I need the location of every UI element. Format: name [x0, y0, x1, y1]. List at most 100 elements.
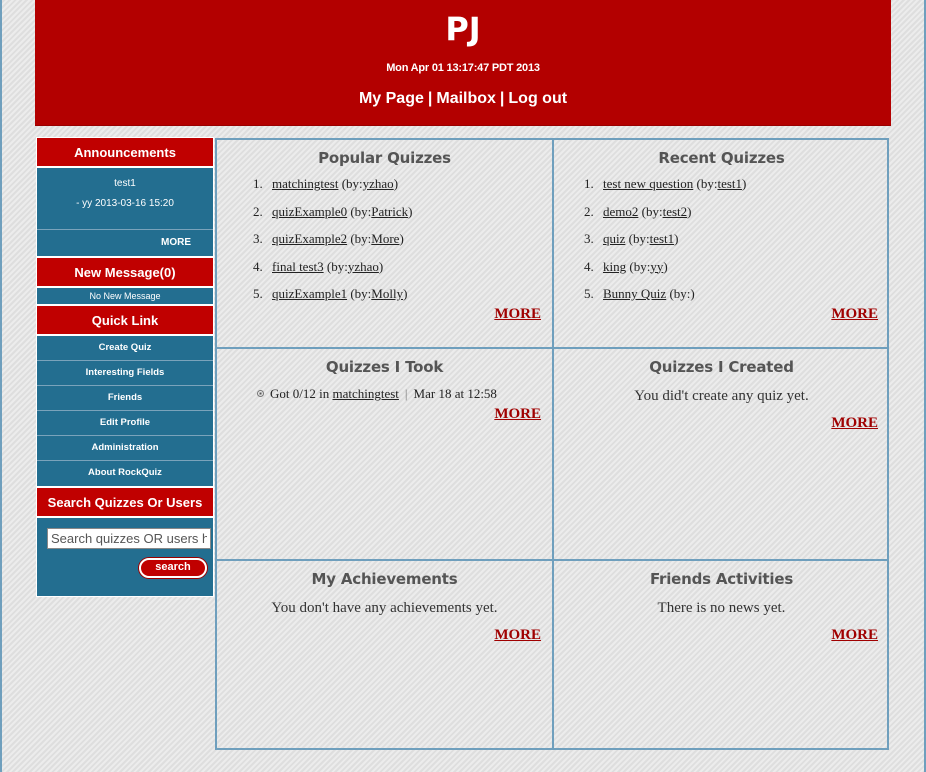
quiz-link[interactable]: demo2 — [603, 204, 638, 219]
author-link[interactable]: yy — [650, 259, 663, 274]
author-link[interactable]: yzhao — [363, 176, 394, 191]
quizzes-took-panel: Quizzes I Took Got 0/12 in matchingtest |… — [217, 349, 552, 559]
my-page-link[interactable]: My Page — [359, 90, 424, 107]
list-number: 1. — [584, 176, 594, 191]
quiz-link[interactable]: quizExample1 — [272, 286, 347, 301]
quick-link-friends[interactable]: Friends — [37, 386, 213, 411]
quiz-link[interactable]: quiz — [603, 231, 625, 246]
bullet-icon — [257, 390, 264, 397]
quiz-link[interactable]: quizExample0 — [272, 204, 347, 219]
by-prefix: (by: — [629, 258, 651, 274]
by-prefix: (by: — [641, 203, 663, 219]
took-more-link[interactable]: MORE — [494, 406, 541, 423]
quick-link-about[interactable]: About RockQuiz — [37, 461, 213, 486]
list-item: 3. quizExample2 (by:More) — [253, 230, 552, 258]
quick-link-create-quiz[interactable]: Create Quiz — [37, 336, 213, 361]
by-suffix: ) — [690, 286, 695, 301]
author-link[interactable]: test1 — [650, 231, 675, 246]
site-header: PJ Mon Apr 01 13:17:47 PDT 2013 My Page |… — [35, 0, 891, 126]
quick-link-heading: Quick Link — [36, 305, 214, 335]
quick-link-administration[interactable]: Administration — [37, 436, 213, 461]
created-more-link[interactable]: MORE — [831, 415, 878, 432]
quiz-link[interactable]: final test3 — [272, 259, 324, 274]
announcement-item: test1 - yy 2013-03-16 15:20 — [37, 168, 213, 229]
nav-separator: | — [427, 90, 433, 107]
took-entry: Got 0/12 in matchingtest | Mar 18 at 12:58 — [217, 386, 552, 402]
by-prefix: (by: — [669, 286, 691, 301]
empty-message: There is no news yet. — [657, 600, 786, 616]
by-suffix: ) — [687, 203, 692, 219]
by-suffix: ) — [674, 231, 679, 246]
panel-title: Quizzes I Created — [649, 358, 794, 376]
new-message-heading[interactable]: New Message(0) — [36, 257, 214, 287]
recent-quiz-list: 1. test new question (by:test1) 2. demo2 (… — [554, 175, 889, 313]
by-suffix: ) — [663, 258, 668, 274]
by-suffix: ) — [393, 176, 399, 191]
list-item: 4. king (by:yy) — [584, 258, 889, 286]
achievements-more-link[interactable]: MORE — [494, 627, 541, 644]
quiz-link[interactable]: matchingtest — [332, 386, 398, 401]
panel-title: Recent Quizzes — [658, 149, 785, 167]
search-button[interactable]: search — [139, 558, 207, 578]
announcement-title: test1 — [114, 178, 136, 189]
panel-title: Popular Quizzes — [318, 149, 451, 167]
announcements-more-link[interactable]: MORE — [37, 229, 213, 256]
current-date: Mon Apr 01 13:17:47 PDT 2013 — [386, 62, 540, 74]
quiz-link[interactable]: king — [603, 259, 626, 274]
sidebar: Announcements test1 - yy 2013-03-16 15:2… — [36, 137, 214, 597]
nav-separator: | — [499, 90, 505, 107]
popular-more-link[interactable]: MORE — [494, 306, 541, 323]
by-prefix: (by: — [350, 203, 372, 219]
quiz-link[interactable]: test new question — [603, 176, 693, 191]
empty-message: You did't create any quiz yet. — [634, 388, 809, 404]
list-number: 4. — [584, 258, 594, 274]
logout-link[interactable]: Log out — [508, 90, 567, 107]
recent-quizzes-panel: Recent Quizzes 1. test new question (by:t… — [554, 140, 889, 347]
list-number: 2. — [253, 203, 263, 219]
taken-date: Mar 18 at 12:58 — [413, 386, 497, 401]
author-link[interactable]: test2 — [663, 204, 688, 219]
quick-link-interesting-fields[interactable]: Interesting Fields — [37, 361, 213, 386]
quiz-link[interactable]: quizExample2 — [272, 231, 347, 246]
friends-activities-panel: Friends Activities There is no news yet.… — [554, 561, 889, 748]
quick-link-edit-profile[interactable]: Edit Profile — [37, 411, 213, 436]
search-heading: Search Quizzes Or Users — [36, 487, 214, 517]
by-prefix: (by: — [350, 231, 372, 246]
by-prefix: (by: — [326, 258, 348, 274]
by-prefix: (by: — [341, 176, 363, 191]
list-number: 2. — [584, 203, 594, 219]
panel-title: Quizzes I Took — [325, 358, 444, 376]
empty-message: You don't have any achievements yet. — [271, 600, 498, 616]
author-link[interactable]: Molly — [371, 286, 403, 301]
announcements-heading: Announcements — [36, 137, 214, 167]
quiz-link[interactable]: Bunny Quiz — [603, 286, 666, 301]
recent-more-link[interactable]: MORE — [831, 306, 878, 323]
quiz-link[interactable]: matchingtest — [272, 176, 338, 191]
list-item: 4. final test3 (by:yzhao) — [253, 258, 552, 286]
friends-more-link[interactable]: MORE — [831, 627, 878, 644]
list-number: 4. — [253, 258, 263, 274]
author-link[interactable]: More — [371, 231, 399, 246]
list-number: 5. — [253, 286, 263, 301]
author-link[interactable]: yzhao — [348, 259, 379, 274]
author-link[interactable]: test1 — [717, 176, 742, 191]
separator: | — [404, 386, 408, 401]
list-item: 2. demo2 (by:test2) — [584, 203, 889, 231]
site-title: PJ — [445, 10, 481, 48]
search-input[interactable] — [47, 528, 211, 549]
by-prefix: (by: — [628, 231, 650, 246]
quick-link-list: Create Quiz Interesting Fields Friends E… — [36, 335, 214, 487]
score-text: Got 0/12 in — [270, 386, 330, 401]
by-suffix: ) — [399, 231, 404, 246]
search-block: search — [36, 517, 214, 597]
panel-title: My Achievements — [311, 570, 458, 588]
list-number: 5. — [584, 286, 594, 301]
mailbox-link[interactable]: Mailbox — [436, 90, 496, 107]
announcements-block: test1 - yy 2013-03-16 15:20 MORE — [36, 167, 214, 257]
list-item: 3. quiz (by:test1) — [584, 230, 889, 258]
announcement-meta: - yy 2013-03-16 15:20 — [76, 198, 174, 209]
dashboard-grid: Popular Quizzes 1. matchingtest (by:yzhao… — [215, 138, 889, 750]
author-link[interactable]: Patrick — [371, 204, 408, 219]
popular-quiz-list: 1. matchingtest (by:yzhao) 2. quizExample0… — [217, 175, 552, 313]
quizzes-created-panel: Quizzes I Created You did't create any q… — [554, 349, 889, 559]
